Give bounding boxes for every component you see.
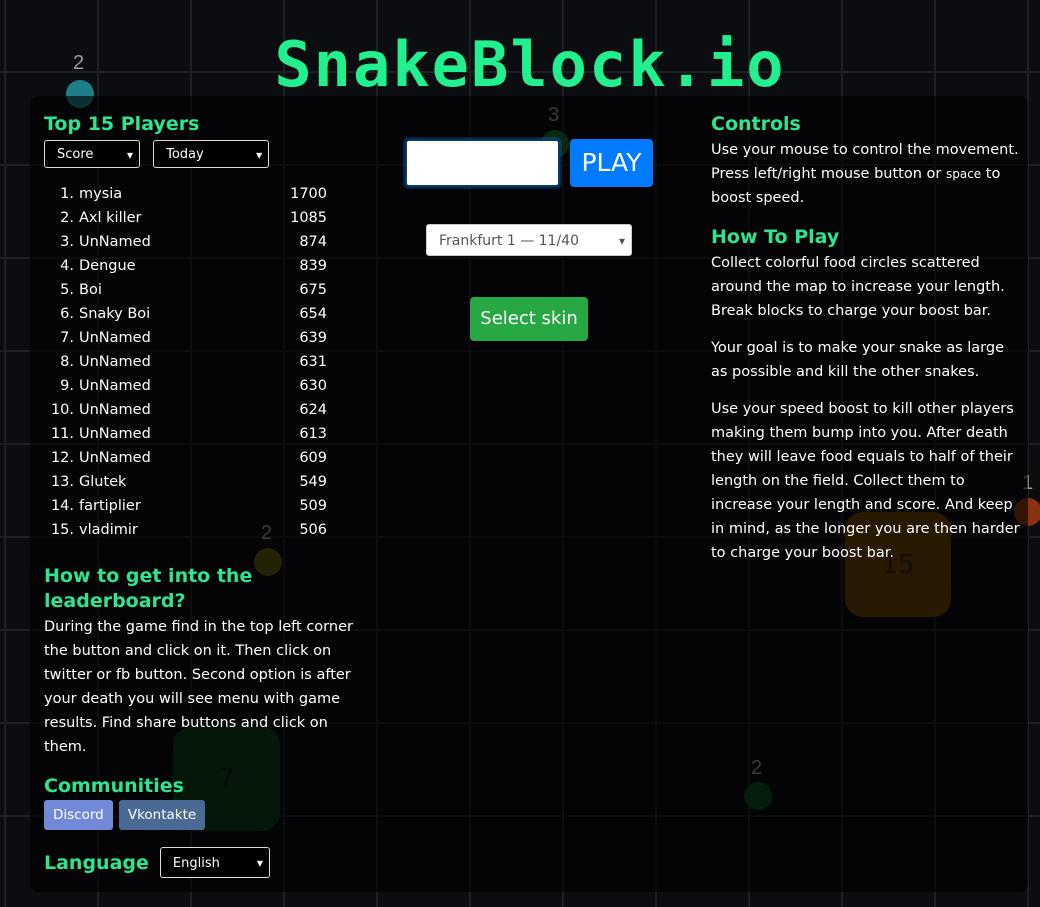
rank: 7. — [60, 330, 74, 346]
leaderboard-row: 13. Glutek 549 — [44, 470, 354, 494]
player-name: UnNamed — [79, 426, 151, 442]
leaderboard-row: 11. UnNamed 613 — [44, 422, 354, 446]
nickname-input[interactable] — [405, 139, 560, 187]
score: 613 — [299, 426, 327, 442]
rank: 15. — [50, 522, 74, 538]
leaderboard-row: 4. Dengue 839 — [44, 254, 354, 278]
right-column: Controls Use your mouse to control the m… — [711, 113, 1021, 578]
discord-button[interactable]: Discord — [44, 800, 113, 830]
score: 839 — [299, 258, 327, 274]
score: 549 — [299, 474, 327, 490]
how-to-play-heading: How To Play — [711, 226, 840, 248]
player-name: mysia — [79, 186, 123, 202]
game-logo-title: SnakeBlock.io — [274, 28, 786, 101]
score: 874 — [299, 234, 327, 250]
rank: 9. — [60, 378, 74, 394]
leaderboard-row: 14. fartiplier 509 — [44, 494, 354, 518]
leaderboard-row: 1. mysia 1700 — [44, 182, 354, 206]
rank: 8. — [60, 354, 74, 370]
how-to-play-paragraph: Collect colorful food circles scattered … — [711, 255, 1005, 319]
period-select[interactable]: Today — [153, 140, 270, 169]
player-name: Dengue — [79, 258, 136, 274]
leaderboard-howto-text: During the game find in the top left cor… — [44, 619, 353, 755]
how-to-play-paragraph: Your goal is to make your snake as large… — [711, 340, 1004, 380]
language-select[interactable]: English — [159, 847, 270, 879]
player-name: UnNamed — [79, 330, 151, 346]
leaderboard-heading: Top 15 Players — [44, 113, 200, 135]
rank: 11. — [50, 426, 74, 442]
vkontakte-button[interactable]: Vkontakte — [118, 800, 206, 830]
score: 1085 — [290, 210, 327, 226]
server-select[interactable]: Frankfurt 1 — 11/40 — [426, 224, 632, 257]
leaderboard-row: 12. UnNamed 609 — [44, 446, 354, 470]
how-to-play-paragraph: Use your speed boost to kill other playe… — [711, 401, 1020, 561]
player-name: fartiplier — [79, 498, 141, 514]
leaderboard-row: 7. UnNamed 639 — [44, 326, 354, 350]
rank: 14. — [50, 498, 74, 514]
player-name: Glutek — [79, 474, 127, 490]
leaderboard-row: 5. Boi 675 — [44, 278, 354, 302]
left-column: Top 15 Players Score Today 1. mysia 1700 2.… — [44, 113, 354, 879]
player-name: vladimir — [79, 522, 138, 538]
language-heading: Language — [44, 851, 149, 874]
score: 639 — [299, 330, 327, 346]
rank: 3. — [60, 234, 74, 250]
player-name: UnNamed — [79, 234, 151, 250]
leaderboard-row: 10. UnNamed 624 — [44, 398, 354, 422]
space-key: space — [945, 167, 982, 181]
play-button[interactable]: PLAY — [570, 139, 653, 187]
leaderboard-list: 1. mysia 1700 2. Axl killer 1085 3. UnNamed 874 4… — [44, 182, 354, 542]
leaderboard-row: 9. UnNamed 630 — [44, 374, 354, 398]
score: 624 — [299, 402, 327, 418]
sort-select[interactable]: Score — [44, 140, 140, 169]
controls-heading: Controls — [711, 113, 801, 135]
communities-heading: Communities — [44, 775, 184, 797]
rank: 5. — [60, 282, 74, 298]
controls-text: Use your mouse to control the movement. … — [711, 138, 1021, 210]
rank: 6. — [60, 306, 74, 322]
rank: 4. — [60, 258, 74, 274]
score: 506 — [299, 522, 327, 538]
rank: 2. — [60, 210, 74, 226]
player-name: Snaky Boi — [79, 306, 151, 322]
select-skin-button[interactable]: Select skin — [470, 297, 588, 341]
leaderboard-row: 8. UnNamed 631 — [44, 350, 354, 374]
score: 509 — [299, 498, 327, 514]
rank: 10. — [50, 402, 74, 418]
leaderboard-row: 2. Axl killer 1085 — [44, 206, 354, 230]
player-name: UnNamed — [79, 378, 151, 394]
score: 1700 — [290, 186, 327, 202]
rank: 1. — [60, 186, 74, 202]
player-name: Boi — [79, 282, 102, 298]
player-name: Axl killer — [79, 210, 142, 226]
player-name: UnNamed — [79, 354, 151, 370]
score: 609 — [299, 450, 327, 466]
score: 631 — [299, 354, 327, 370]
leaderboard-howto-heading: How to get into the leaderboard? — [44, 565, 253, 612]
rank: 12. — [50, 450, 74, 466]
leaderboard-row: 6. Snaky Boi 654 — [44, 302, 354, 326]
rank: 13. — [50, 474, 74, 490]
player-name: UnNamed — [79, 402, 151, 418]
player-name: UnNamed — [79, 450, 151, 466]
leaderboard-row: 15. vladimir 506 — [44, 518, 354, 542]
score: 630 — [299, 378, 327, 394]
leaderboard-row: 3. UnNamed 874 — [44, 230, 354, 254]
score: 675 — [299, 282, 327, 298]
score: 654 — [299, 306, 327, 322]
